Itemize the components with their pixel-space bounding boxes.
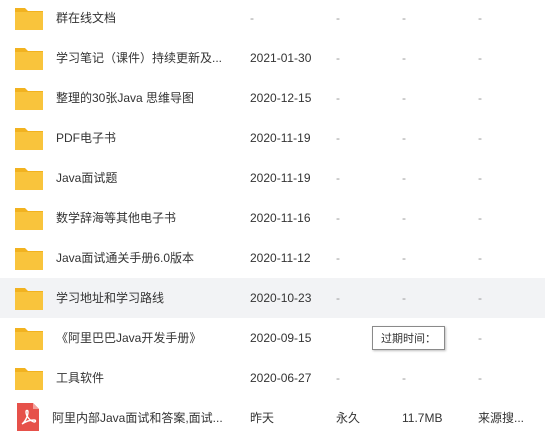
file-source: - xyxy=(478,251,482,265)
file-row[interactable]: 整理的30张Java 思维导图 2020-12-15 - - - xyxy=(0,78,545,118)
file-row[interactable]: 阿里内部Java面试和答案,面试... 昨天 永久 11.7MB 来源搜... xyxy=(0,398,545,438)
file-row[interactable]: 《阿里巴巴Java开发手册》 2020-09-15 - - xyxy=(0,318,545,358)
file-name[interactable]: 学习地址和学习路线 xyxy=(56,278,236,318)
file-name[interactable]: 群在线文档 xyxy=(56,0,236,36)
file-source: - xyxy=(478,371,482,385)
file-source: - xyxy=(478,291,482,305)
file-size: - xyxy=(402,51,406,65)
file-name[interactable]: 阿里内部Java面试和答案,面试... xyxy=(52,398,232,438)
file-expire: - xyxy=(336,291,340,305)
file-source: - xyxy=(478,91,482,105)
file-expire: - xyxy=(336,131,340,145)
file-row[interactable]: 数学辞海等其他电子书 2020-11-16 - - - xyxy=(0,198,545,238)
file-name[interactable]: 学习笔记（课件）持续更新及... xyxy=(56,38,236,78)
file-name[interactable]: 工具软件 xyxy=(56,358,236,398)
pdf-icon xyxy=(17,403,39,431)
file-source[interactable]: 来源搜... xyxy=(478,398,540,438)
folder-icon xyxy=(15,48,43,70)
file-date: 2020-12-15 xyxy=(250,91,312,105)
file-size: 11.7MB xyxy=(402,411,443,425)
file-source: - xyxy=(478,51,482,65)
file-name[interactable]: Java面试通关手册6.0版本 xyxy=(56,238,236,278)
file-date: 2020-11-19 xyxy=(250,131,311,145)
folder-icon xyxy=(15,88,43,110)
file-expire: - xyxy=(336,371,340,385)
file-expire: - xyxy=(336,51,340,65)
file-source: - xyxy=(478,171,482,185)
file-date: - xyxy=(250,11,254,25)
folder-icon xyxy=(15,328,43,350)
file-expire: 永久 xyxy=(336,411,361,425)
file-row[interactable]: Java面试题 2020-11-19 - - - xyxy=(0,158,545,198)
file-list: 群在线文档 - - - - 学习笔记（课件）持续更新及... 2021-01-3… xyxy=(0,0,545,431)
file-name[interactable]: PDF电子书 xyxy=(56,118,236,158)
file-size: - xyxy=(402,11,406,25)
file-date: 2020-09-15 xyxy=(250,331,312,345)
folder-icon xyxy=(15,8,43,30)
file-row[interactable]: 工具软件 2020-06-27 - - - xyxy=(0,358,545,398)
file-expire: - xyxy=(336,91,340,105)
file-date: 2020-06-27 xyxy=(250,371,312,385)
folder-icon xyxy=(15,368,43,390)
file-date: 2020-11-19 xyxy=(250,171,311,185)
file-size: - xyxy=(402,131,406,145)
expire-tooltip: 过期时间： xyxy=(372,326,445,350)
folder-icon xyxy=(15,288,43,310)
file-source: - xyxy=(478,331,482,345)
folder-icon xyxy=(15,248,43,270)
file-size: - xyxy=(402,171,406,185)
file-row[interactable]: PDF电子书 2020-11-19 - - - xyxy=(0,118,545,158)
folder-icon xyxy=(15,168,43,190)
file-size: - xyxy=(402,251,406,265)
file-expire: - xyxy=(336,11,340,25)
file-source: - xyxy=(478,211,482,225)
file-row[interactable]: 学习笔记（课件）持续更新及... 2021-01-30 - - - xyxy=(0,38,545,78)
file-date: 2020-11-16 xyxy=(250,211,311,225)
file-size: - xyxy=(402,371,406,385)
file-size: - xyxy=(402,211,406,225)
file-source: - xyxy=(478,11,482,25)
file-row[interactable]: Java面试通关手册6.0版本 2020-11-12 - - - xyxy=(0,238,545,278)
file-name[interactable]: 整理的30张Java 思维导图 xyxy=(56,78,236,118)
file-expire: - xyxy=(336,171,340,185)
file-name[interactable]: Java面试题 xyxy=(56,158,236,198)
file-name[interactable]: 数学辞海等其他电子书 xyxy=(56,198,236,238)
file-size: - xyxy=(402,91,406,105)
folder-icon xyxy=(15,208,43,230)
file-row[interactable]: 学习地址和学习路线 2020-10-23 - - - xyxy=(0,278,545,318)
file-date: 2020-10-23 xyxy=(250,291,312,305)
file-size: - xyxy=(402,291,406,305)
file-expire: - xyxy=(336,211,340,225)
file-expire: - xyxy=(336,251,340,265)
file-date: 2021-01-30 xyxy=(250,51,312,65)
file-name[interactable]: 《阿里巴巴Java开发手册》 xyxy=(56,318,236,358)
file-source: - xyxy=(478,131,482,145)
file-date: 昨天 xyxy=(250,411,275,425)
folder-icon xyxy=(15,128,43,150)
file-date: 2020-11-12 xyxy=(250,251,311,265)
file-row[interactable]: 群在线文档 - - - - xyxy=(0,0,545,36)
